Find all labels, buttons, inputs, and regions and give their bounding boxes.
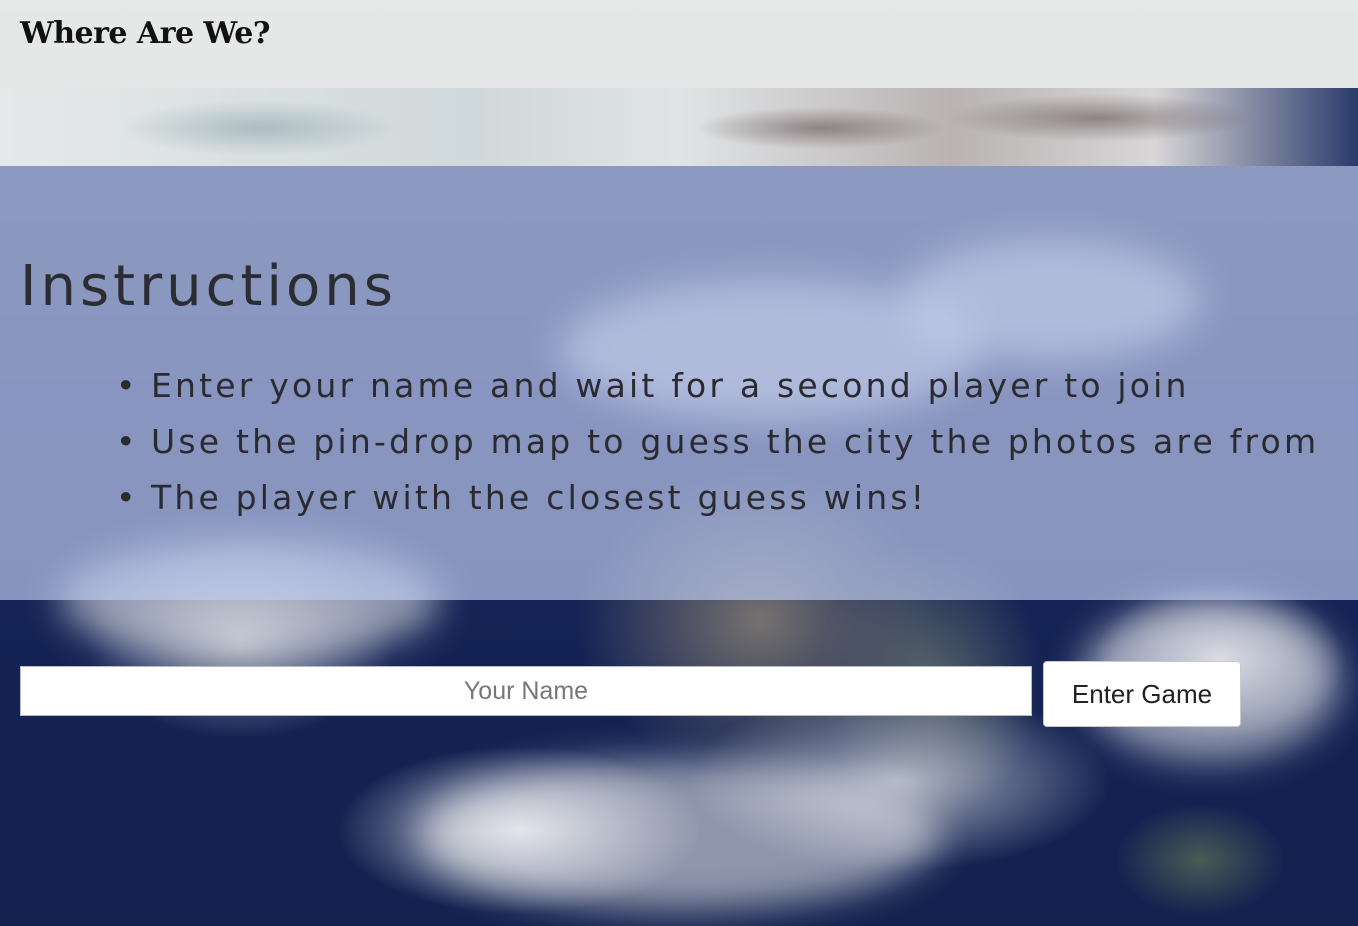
bullet-icon: •	[116, 478, 139, 517]
instruction-item: • Use the pin-drop map to guess the city…	[116, 414, 1319, 470]
bullet-icon: •	[116, 366, 139, 405]
enter-game-button[interactable]: Enter Game	[1043, 661, 1241, 727]
instruction-text: Use the pin-drop map to guess the city t…	[151, 422, 1320, 461]
bullet-icon: •	[116, 422, 139, 461]
top-header-bar: Where Are We?	[0, 0, 1358, 88]
player-name-input[interactable]	[20, 666, 1032, 716]
cloud-shape	[420, 760, 940, 910]
instruction-item: • Enter your name and wait for a second …	[116, 358, 1319, 414]
instructions-list: • Enter your name and wait for a second …	[116, 358, 1319, 526]
app-title: Where Are We?	[20, 16, 270, 51]
instruction-text: Enter your name and wait for a second pl…	[151, 366, 1190, 405]
instruction-item: • The player with the closest guess wins…	[116, 470, 1319, 526]
instruction-text: The player with the closest guess wins!	[151, 478, 928, 517]
arctic-land-strip	[0, 88, 1358, 166]
instructions-heading: Instructions	[20, 254, 397, 319]
instructions-panel: Instructions • Enter your name and wait …	[0, 166, 1358, 600]
